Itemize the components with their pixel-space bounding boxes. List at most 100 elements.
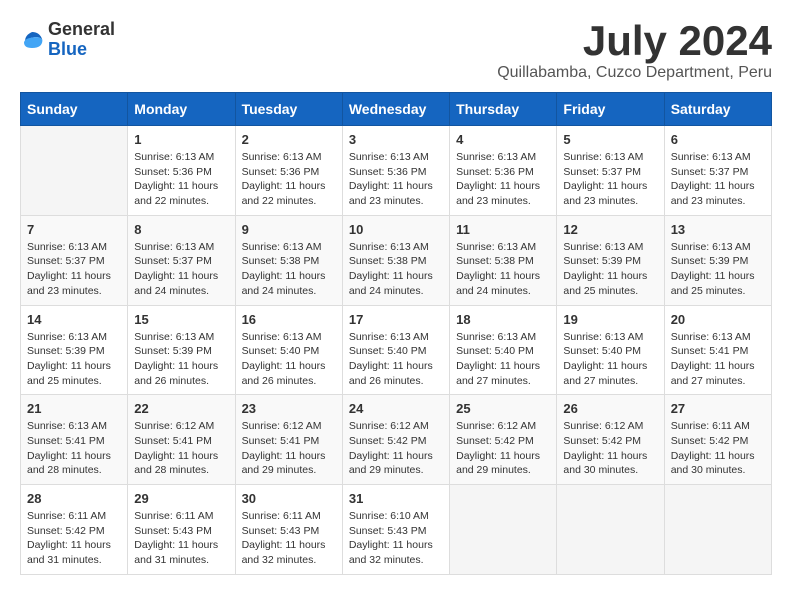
day-info: Sunrise: 6:13 AM Sunset: 5:37 PM Dayligh… <box>563 150 657 209</box>
day-cell: 14 Sunrise: 6:13 AM Sunset: 5:39 PM Dayli… <box>21 305 128 395</box>
day-info: Sunrise: 6:13 AM Sunset: 5:36 PM Dayligh… <box>456 150 550 209</box>
day-number: 23 <box>242 401 336 416</box>
location: Quillabamba, Cuzco Department, Peru <box>497 64 772 82</box>
day-info: Sunrise: 6:13 AM Sunset: 5:39 PM Dayligh… <box>134 330 228 389</box>
header-row: SundayMondayTuesdayWednesdayThursdayFrid… <box>21 93 772 126</box>
day-cell: 7Sunrise: 6:13 AM Sunset: 5:37 PM Daylig… <box>21 215 128 305</box>
week-row-5: 28Sunrise: 6:11 AM Sunset: 5:42 PM Dayli… <box>21 485 772 575</box>
day-cell: 15 Sunrise: 6:13 AM Sunset: 5:39 PM Dayli… <box>128 305 235 395</box>
day-cell: 13 Sunrise: 6:13 AM Sunset: 5:39 PM Dayli… <box>664 215 771 305</box>
day-info: Sunrise: 6:11 AM Sunset: 5:43 PM Dayligh… <box>242 509 336 568</box>
day-number: 31 <box>349 491 443 506</box>
header-cell-wednesday: Wednesday <box>342 93 449 126</box>
day-info: Sunrise: 6:13 AM Sunset: 5:40 PM Dayligh… <box>242 330 336 389</box>
day-number: 21 <box>27 401 121 416</box>
day-cell: 4 Sunrise: 6:13 AM Sunset: 5:36 PM Daylig… <box>450 126 557 216</box>
day-info: Sunrise: 6:13 AM Sunset: 5:38 PM Dayligh… <box>242 240 336 299</box>
day-number: 8 <box>134 222 228 237</box>
day-number: 14 <box>27 312 121 327</box>
header-cell-sunday: Sunday <box>21 93 128 126</box>
day-info: Sunrise: 6:13 AM Sunset: 5:40 PM Dayligh… <box>563 330 657 389</box>
day-cell: 26 Sunrise: 6:12 AM Sunset: 5:42 PM Dayli… <box>557 395 664 485</box>
day-info: Sunrise: 6:12 AM Sunset: 5:42 PM Dayligh… <box>456 419 550 478</box>
day-number: 24 <box>349 401 443 416</box>
day-number: 26 <box>563 401 657 416</box>
logo-icon <box>20 28 44 52</box>
day-number: 15 <box>134 312 228 327</box>
day-number: 30 <box>242 491 336 506</box>
day-info: Sunrise: 6:13 AM Sunset: 5:41 PM Dayligh… <box>671 330 765 389</box>
day-info: Sunrise: 6:12 AM Sunset: 5:41 PM Dayligh… <box>134 419 228 478</box>
day-cell: 19 Sunrise: 6:13 AM Sunset: 5:40 PM Dayli… <box>557 305 664 395</box>
day-info: Sunrise: 6:12 AM Sunset: 5:42 PM Dayligh… <box>563 419 657 478</box>
header-cell-saturday: Saturday <box>664 93 771 126</box>
day-cell: 11 Sunrise: 6:13 AM Sunset: 5:38 PM Dayli… <box>450 215 557 305</box>
day-number: 11 <box>456 222 550 237</box>
week-row-3: 14 Sunrise: 6:13 AM Sunset: 5:39 PM Dayli… <box>21 305 772 395</box>
header-cell-monday: Monday <box>128 93 235 126</box>
day-info: Sunrise: 6:13 AM Sunset: 5:36 PM Dayligh… <box>134 150 228 209</box>
day-info: Sunrise: 6:13 AM Sunset: 5:37 PM Dayligh… <box>671 150 765 209</box>
logo-text: General Blue <box>48 20 115 60</box>
calendar-body: 1 Sunrise: 6:13 AM Sunset: 5:36 PM Daylig… <box>21 126 772 575</box>
day-cell: 10 Sunrise: 6:13 AM Sunset: 5:38 PM Dayli… <box>342 215 449 305</box>
day-cell <box>557 485 664 575</box>
day-number: 28 <box>27 491 121 506</box>
day-info: Sunrise: 6:13 AM Sunset: 5:38 PM Dayligh… <box>349 240 443 299</box>
day-info: Sunrise: 6:10 AM Sunset: 5:43 PM Dayligh… <box>349 509 443 568</box>
day-number: 22 <box>134 401 228 416</box>
day-info: Sunrise: 6:13 AM Sunset: 5:36 PM Dayligh… <box>349 150 443 209</box>
day-number: 4 <box>456 132 550 147</box>
day-info: Sunrise: 6:13 AM Sunset: 5:37 PM Dayligh… <box>27 240 121 299</box>
day-cell: 1 Sunrise: 6:13 AM Sunset: 5:36 PM Daylig… <box>128 126 235 216</box>
day-info: Sunrise: 6:12 AM Sunset: 5:42 PM Dayligh… <box>349 419 443 478</box>
day-number: 29 <box>134 491 228 506</box>
day-number: 6 <box>671 132 765 147</box>
week-row-2: 7Sunrise: 6:13 AM Sunset: 5:37 PM Daylig… <box>21 215 772 305</box>
day-info: Sunrise: 6:12 AM Sunset: 5:41 PM Dayligh… <box>242 419 336 478</box>
day-info: Sunrise: 6:13 AM Sunset: 5:39 PM Dayligh… <box>671 240 765 299</box>
week-row-4: 21 Sunrise: 6:13 AM Sunset: 5:41 PM Dayli… <box>21 395 772 485</box>
day-number: 10 <box>349 222 443 237</box>
day-number: 1 <box>134 132 228 147</box>
day-cell: 25 Sunrise: 6:12 AM Sunset: 5:42 PM Dayli… <box>450 395 557 485</box>
day-number: 2 <box>242 132 336 147</box>
day-cell: 5Sunrise: 6:13 AM Sunset: 5:37 PM Daylig… <box>557 126 664 216</box>
day-cell: 2 Sunrise: 6:13 AM Sunset: 5:36 PM Daylig… <box>235 126 342 216</box>
day-info: Sunrise: 6:13 AM Sunset: 5:39 PM Dayligh… <box>563 240 657 299</box>
day-cell <box>664 485 771 575</box>
week-row-1: 1 Sunrise: 6:13 AM Sunset: 5:36 PM Daylig… <box>21 126 772 216</box>
header-cell-friday: Friday <box>557 93 664 126</box>
day-number: 13 <box>671 222 765 237</box>
day-number: 25 <box>456 401 550 416</box>
header-cell-thursday: Thursday <box>450 93 557 126</box>
day-info: Sunrise: 6:13 AM Sunset: 5:38 PM Dayligh… <box>456 240 550 299</box>
day-number: 9 <box>242 222 336 237</box>
day-cell: 9 Sunrise: 6:13 AM Sunset: 5:38 PM Daylig… <box>235 215 342 305</box>
day-number: 27 <box>671 401 765 416</box>
day-number: 3 <box>349 132 443 147</box>
day-cell: 23 Sunrise: 6:12 AM Sunset: 5:41 PM Dayli… <box>235 395 342 485</box>
day-info: Sunrise: 6:11 AM Sunset: 5:42 PM Dayligh… <box>671 419 765 478</box>
header-cell-tuesday: Tuesday <box>235 93 342 126</box>
day-cell: 27 Sunrise: 6:11 AM Sunset: 5:42 PM Dayli… <box>664 395 771 485</box>
logo: General Blue <box>20 20 115 60</box>
day-cell: 3 Sunrise: 6:13 AM Sunset: 5:36 PM Daylig… <box>342 126 449 216</box>
day-cell: 30 Sunrise: 6:11 AM Sunset: 5:43 PM Dayli… <box>235 485 342 575</box>
calendar: SundayMondayTuesdayWednesdayThursdayFrid… <box>20 92 772 575</box>
day-cell: 21 Sunrise: 6:13 AM Sunset: 5:41 PM Dayli… <box>21 395 128 485</box>
day-info: Sunrise: 6:13 AM Sunset: 5:40 PM Dayligh… <box>349 330 443 389</box>
day-number: 12 <box>563 222 657 237</box>
day-cell: 20Sunrise: 6:13 AM Sunset: 5:41 PM Dayli… <box>664 305 771 395</box>
day-info: Sunrise: 6:13 AM Sunset: 5:36 PM Dayligh… <box>242 150 336 209</box>
day-cell: 28Sunrise: 6:11 AM Sunset: 5:42 PM Dayli… <box>21 485 128 575</box>
day-cell: 6 Sunrise: 6:13 AM Sunset: 5:37 PM Daylig… <box>664 126 771 216</box>
day-number: 18 <box>456 312 550 327</box>
day-info: Sunrise: 6:13 AM Sunset: 5:39 PM Dayligh… <box>27 330 121 389</box>
page-header: General Blue July 2024 Quillabamba, Cuzc… <box>20 20 772 82</box>
day-number: 17 <box>349 312 443 327</box>
day-cell <box>450 485 557 575</box>
day-number: 19 <box>563 312 657 327</box>
day-cell <box>21 126 128 216</box>
day-info: Sunrise: 6:13 AM Sunset: 5:41 PM Dayligh… <box>27 419 121 478</box>
